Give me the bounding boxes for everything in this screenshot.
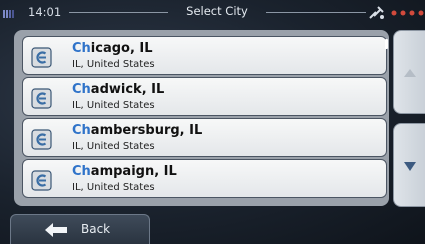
city-result-item[interactable]: Chadwick, IL IL, United States xyxy=(22,77,387,116)
city-icon xyxy=(31,47,52,68)
page-title: Select City xyxy=(186,4,248,18)
city-icon xyxy=(31,129,52,150)
city-result-item[interactable]: Chicago, IL IL, United States xyxy=(22,36,387,75)
status-bar: 14:01 Select City xyxy=(0,0,425,28)
title-divider-left xyxy=(69,12,168,13)
chevron-up-icon xyxy=(404,69,416,77)
city-results-list: Chicago, IL IL, United States Chadwick, … xyxy=(14,30,389,206)
city-region: IL, United States xyxy=(72,141,155,152)
city-region: IL, United States xyxy=(72,100,155,111)
city-region: IL, United States xyxy=(72,59,155,70)
city-result-item[interactable]: Champaign, IL IL, United States xyxy=(22,159,387,198)
city-name: Chadwick, IL xyxy=(72,82,165,97)
city-icon xyxy=(31,170,52,191)
city-name: Champaign, IL xyxy=(72,164,177,179)
clock-time: 14:01 xyxy=(28,5,62,19)
scroll-down-button[interactable] xyxy=(393,123,425,207)
back-arrow-icon xyxy=(45,223,67,237)
menu-dots-icon[interactable] xyxy=(391,10,425,16)
satellite-icon xyxy=(369,6,384,19)
city-result-item[interactable]: Chambersburg, IL IL, United States xyxy=(22,118,387,157)
scroll-up-button[interactable] xyxy=(393,30,425,114)
back-button[interactable]: Back xyxy=(10,214,150,244)
battery-icon xyxy=(3,10,14,18)
list-scroll-indicator xyxy=(385,39,388,49)
title-divider-right xyxy=(266,12,366,13)
city-icon xyxy=(31,88,52,109)
city-name: Chicago, IL xyxy=(72,41,153,56)
city-name: Chambersburg, IL xyxy=(72,123,203,138)
back-label: Back xyxy=(81,222,111,236)
city-region: IL, United States xyxy=(72,182,155,193)
chevron-down-icon xyxy=(404,162,416,171)
